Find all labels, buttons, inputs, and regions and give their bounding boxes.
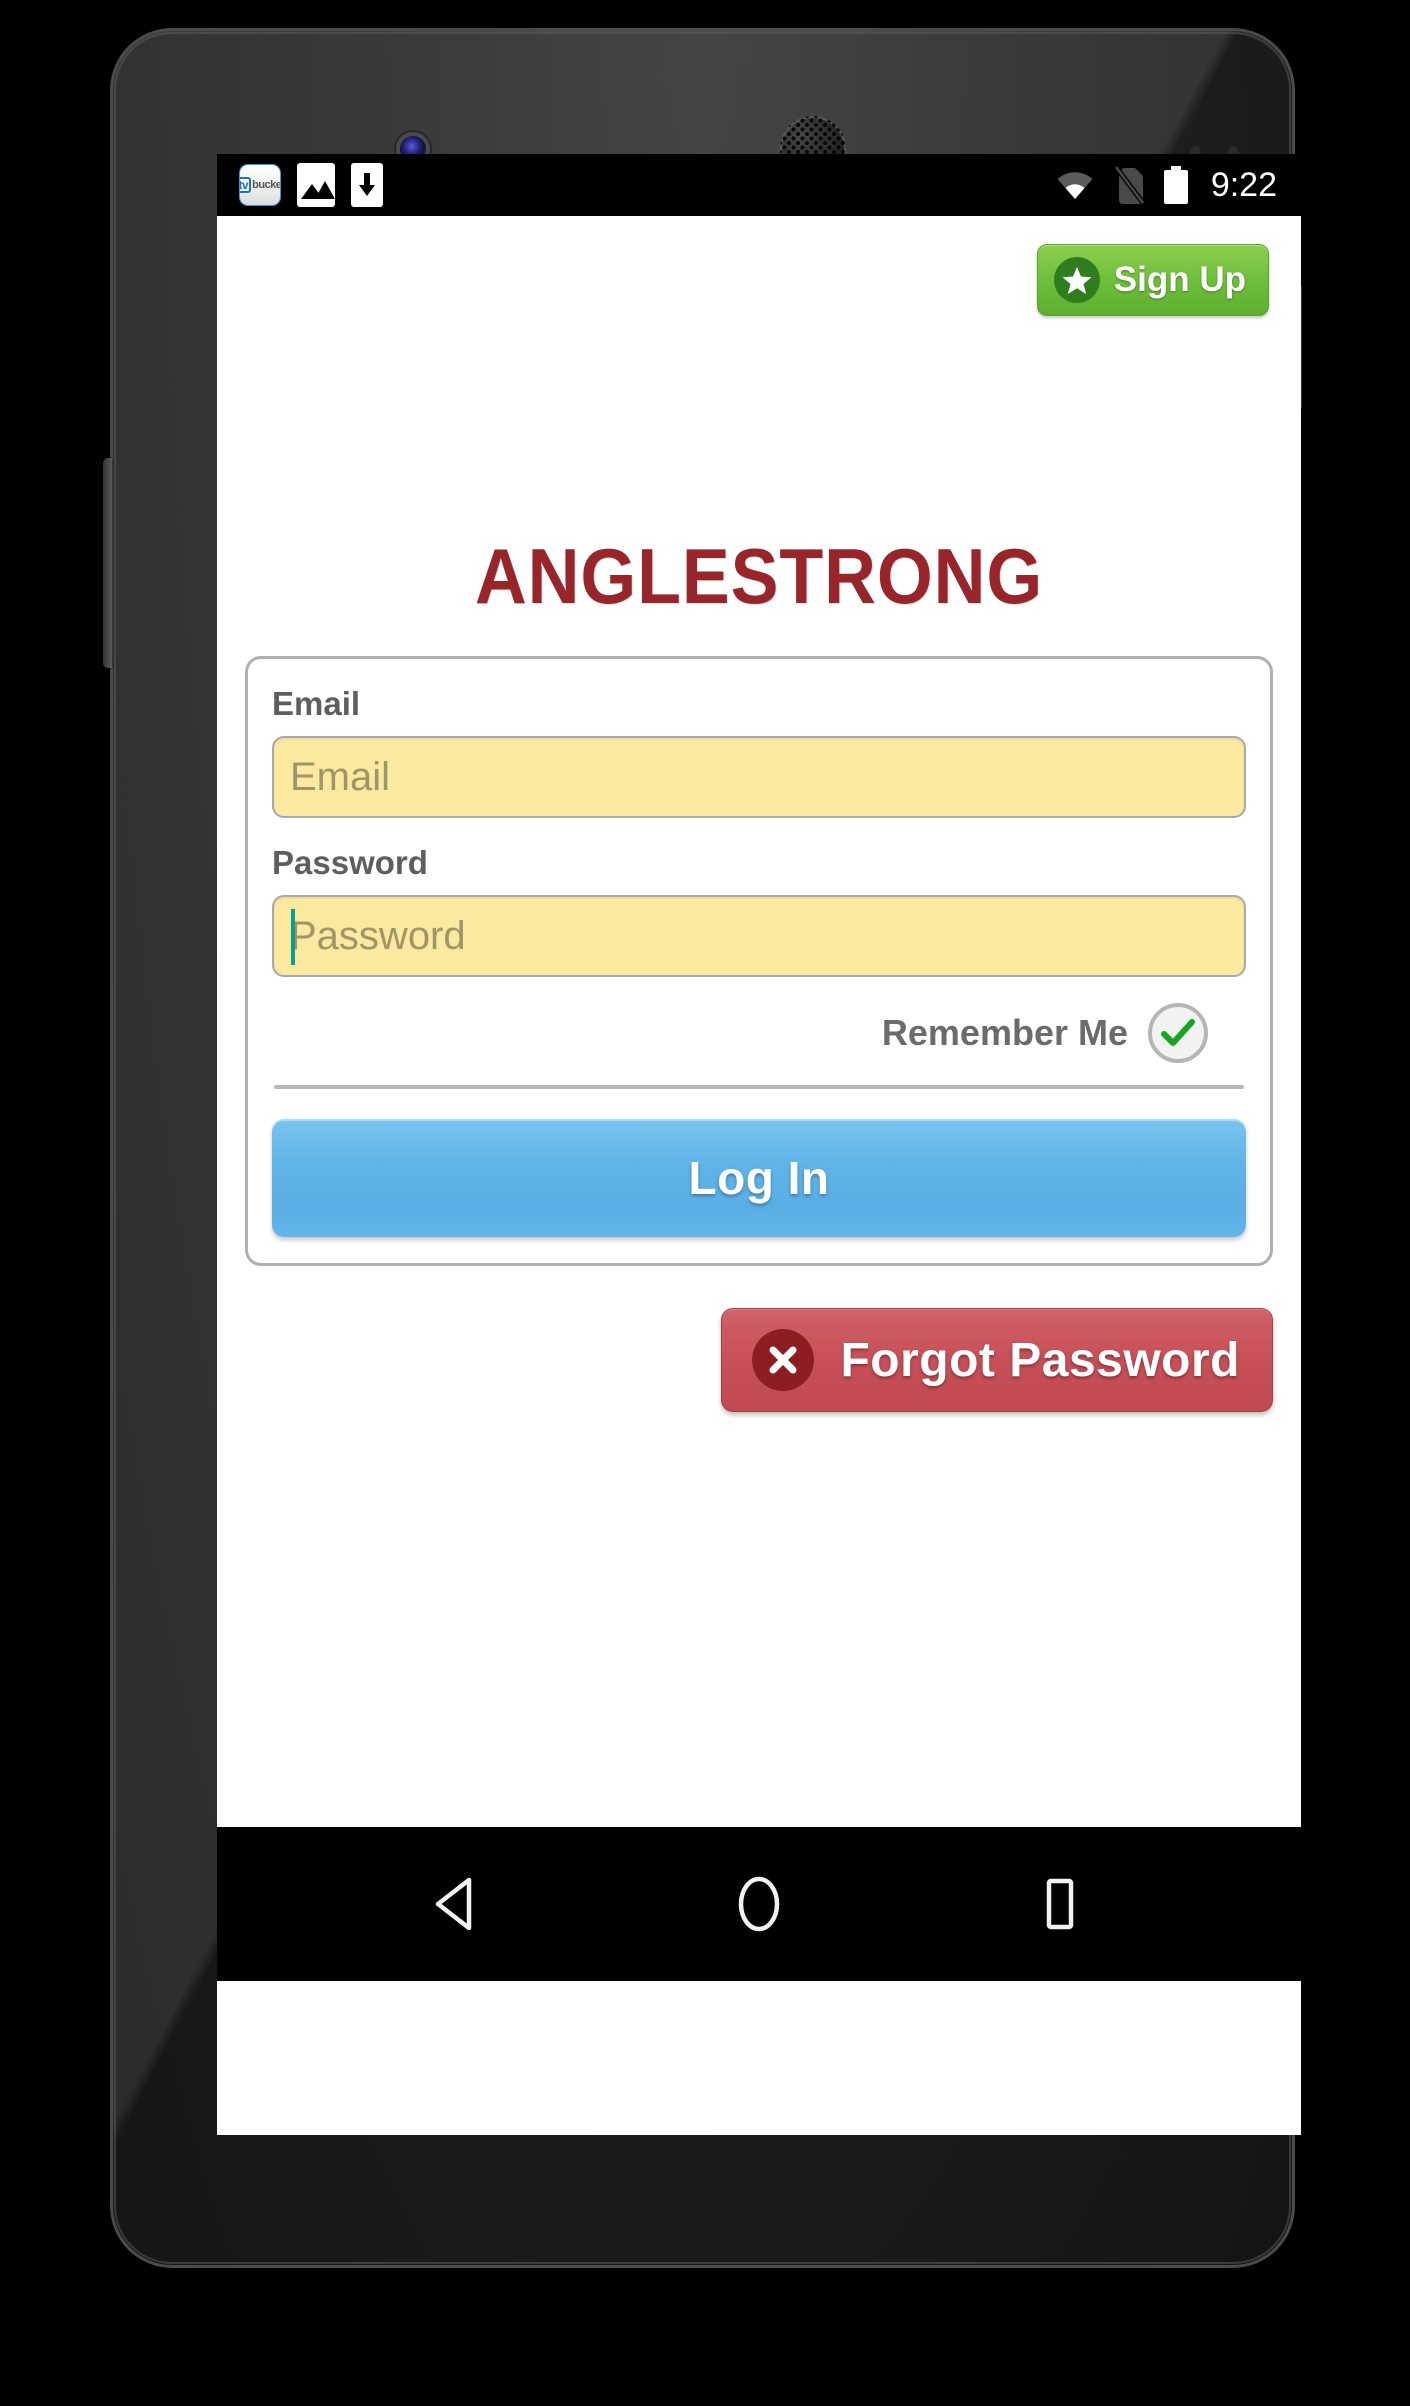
x-icon bbox=[752, 1329, 815, 1391]
no-sim-icon bbox=[1113, 166, 1145, 204]
forgot-password-row: Forgot Password bbox=[217, 1266, 1301, 1412]
volume-button[interactable] bbox=[103, 458, 112, 668]
log-in-button[interactable]: Log In bbox=[272, 1119, 1246, 1237]
remember-me-label: Remember Me bbox=[881, 1012, 1128, 1053]
sign-up-button[interactable]: Sign Up bbox=[1036, 244, 1269, 316]
recents-square-icon bbox=[1047, 1878, 1074, 1930]
check-icon bbox=[1161, 1019, 1195, 1046]
status-bar-clock: 9:22 bbox=[1210, 165, 1277, 204]
image-icon bbox=[297, 163, 335, 207]
remember-me-row: Remember Me bbox=[272, 1003, 1246, 1063]
email-input-wrapper bbox=[272, 736, 1246, 818]
status-bar-system-icons: 9:22 bbox=[1055, 166, 1277, 205]
nav-home-button[interactable] bbox=[699, 1849, 819, 1959]
nav-recents-button[interactable] bbox=[1000, 1849, 1120, 1959]
tvbucket-tv-label: tv bbox=[240, 177, 252, 193]
screenshot-root: tvbucket bbox=[0, 0, 1410, 2406]
password-input[interactable] bbox=[272, 895, 1246, 977]
status-bar-notification-icons: tvbucket bbox=[239, 163, 383, 207]
star-icon bbox=[1053, 257, 1100, 303]
back-triangle-icon bbox=[435, 1877, 471, 1931]
forgot-password-button[interactable]: Forgot Password bbox=[721, 1308, 1273, 1412]
android-status-bar: tvbucket bbox=[217, 154, 1301, 216]
login-form-card: Email Password Remember Me bbox=[245, 656, 1273, 1266]
wifi-icon bbox=[1057, 172, 1093, 199]
email-input[interactable] bbox=[272, 736, 1246, 818]
password-field-label: Password bbox=[272, 844, 428, 881]
nav-back-button[interactable] bbox=[398, 1849, 518, 1959]
page-title: ANGLESTRONG bbox=[474, 532, 1044, 620]
phone-device-body: tvbucket bbox=[103, 28, 1302, 2268]
remember-me-checkbox[interactable] bbox=[1148, 1003, 1208, 1063]
home-circle-icon bbox=[738, 1876, 780, 1932]
sign-up-label: Sign Up bbox=[1113, 260, 1246, 299]
android-navigation-bar bbox=[217, 1827, 1301, 1981]
email-field-label: Email bbox=[272, 685, 361, 722]
forgot-password-label: Forgot Password bbox=[840, 1333, 1240, 1387]
form-divider bbox=[274, 1085, 1244, 1089]
text-caret bbox=[291, 909, 295, 965]
tvbucket-app-icon: tvbucket bbox=[239, 164, 281, 206]
battery-full-icon bbox=[1163, 166, 1188, 204]
password-input-wrapper bbox=[272, 895, 1246, 977]
download-icon bbox=[351, 163, 383, 207]
tvbucket-text-label: bucket bbox=[252, 179, 281, 191]
phone-screen: tvbucket bbox=[217, 154, 1301, 2135]
signup-button-row: Sign Up bbox=[217, 216, 1301, 316]
app-content: Sign Up ANGLESTRONG Email Password bbox=[217, 216, 1301, 1981]
